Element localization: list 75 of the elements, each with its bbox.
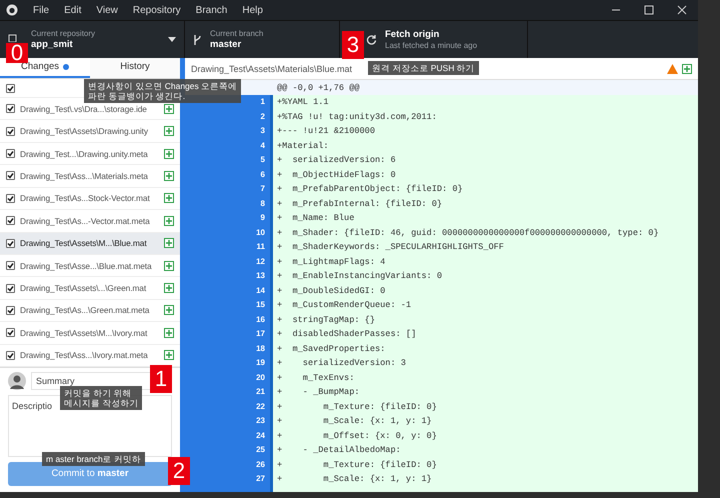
- line-number: 16: [256, 314, 265, 326]
- line-number: 20: [256, 372, 265, 384]
- file-path: Drawing_Test\Assets\M...\Blue.mat: [20, 238, 148, 248]
- file-path: Drawing_Test\Assets\Drawing.unity: [20, 126, 149, 136]
- line-number: 8: [260, 198, 265, 210]
- code-line: + m_Scale: {x: 1, y: 1}: [277, 415, 432, 428]
- line-number: 26: [256, 458, 265, 470]
- line-number: 6: [260, 168, 265, 180]
- code-line: +%YAML 1.1: [277, 96, 329, 109]
- annotation-tooltip: 커밋을 하기 위해 메시지를 작성하기: [60, 386, 142, 410]
- file-path: Drawing_Test\Ass...\Ivory.mat.meta: [20, 350, 149, 360]
- code-line: + m_PrefabParentObject: {fileID: 0}: [277, 183, 463, 196]
- file-path: Drawing_Test...\Drawing.unity.meta: [20, 148, 149, 159]
- line-number: 18: [256, 342, 265, 354]
- line-number: 3: [260, 125, 265, 137]
- code-line: + m_Shader: {fileID: 46, guid: 0000000000000000f000000000000000, type: 0}: [277, 226, 659, 240]
- code-line: + m_DoubleSidedGI: 0: [277, 284, 386, 298]
- code-line: + serializedVersion: 3: [277, 357, 406, 370]
- step-marker: 3: [342, 31, 364, 59]
- code-line: + m_LightmapFlags: 4: [277, 256, 386, 268]
- line-number: 19: [256, 357, 265, 369]
- line-number: 12: [256, 256, 265, 268]
- step-marker: 2: [168, 457, 190, 485]
- annotation-tooltip: 원격 저장소로 PUSH 하기: [368, 61, 479, 76]
- code-line: + m_TexEnvs:: [277, 372, 354, 384]
- line-number: 9: [260, 212, 265, 224]
- code-line: +--- !u!21 &2100000: [277, 125, 375, 138]
- code-line: + m_Texture: {fileID: 0}: [277, 458, 437, 472]
- line-number: 11: [256, 241, 265, 253]
- annotation-tooltip: 변경사항이 있으면 Changes 오른쪽에 파란 동글뱅이가 생긴다.: [84, 79, 242, 104]
- file-path: Drawing_Test\Assets\M...\Ivory.mat: [20, 328, 148, 338]
- code-line: + disabledShaderPasses: []: [277, 328, 416, 341]
- code-line: + - _BumpMap:: [277, 386, 360, 399]
- line-number: 17: [256, 328, 265, 340]
- file-path: Drawing_Test\.vs\Dra...\storage.ide: [20, 104, 148, 114]
- line-number: 15: [256, 299, 265, 311]
- line-number: 25: [256, 444, 265, 456]
- code-line: + serializedVersion: 6: [277, 154, 396, 167]
- file-path: Drawing_Test\As...\Green.mat.meta: [20, 305, 150, 316]
- code-line: + - _DetailAlbedoMap:: [277, 444, 401, 457]
- code-line: + m_PrefabInternal: {fileID: 0}: [277, 198, 442, 210]
- line-number: 4: [260, 140, 265, 152]
- line-number: 22: [256, 400, 265, 412]
- code-line: + m_Texture: {fileID: 0}: [277, 400, 437, 414]
- step-marker: 0: [6, 43, 28, 63]
- line-number: 14: [256, 284, 265, 296]
- code-line: +Material:: [277, 140, 329, 152]
- line-number: 10: [256, 226, 265, 238]
- line-number: 23: [256, 415, 265, 427]
- code-line: + m_Offset: {x: 0, y: 0}: [277, 430, 437, 442]
- file-path: Drawing_Test\As...-Vector.mat.meta: [20, 216, 151, 226]
- file-path: Drawing_Test\Assets\...\Green.mat: [20, 283, 148, 294]
- file-path: Drawing_Test\Ass...\Materials.meta: [20, 170, 149, 181]
- line-number: 21: [256, 386, 265, 398]
- code-line: + m_ObjectHideFlags: 0: [277, 168, 396, 182]
- step-marker: 1: [150, 365, 172, 393]
- line-number: 1: [260, 96, 265, 108]
- file-path: Drawing_Test\Asse...\Blue.mat.meta: [20, 260, 153, 271]
- line-number: 2: [260, 110, 265, 122]
- line-number: 13: [256, 270, 265, 282]
- file-path: Drawing_Test\Assets\Materials\Blue.mat: [191, 64, 352, 74]
- line-number: 24: [256, 430, 265, 442]
- code-line: + stringTagMap: {}: [277, 314, 375, 326]
- line-number: 5: [260, 154, 265, 166]
- line-number: 7: [260, 183, 265, 195]
- line-number: 27: [256, 473, 265, 485]
- annotation-tooltip: m aster branch로 커밋하: [42, 452, 146, 466]
- code-line: + m_Scale: {x: 1, y: 1}: [277, 473, 432, 486]
- file-path: Drawing_Test\As...Stock-Vector.mat: [20, 193, 151, 204]
- code-line: + m_SavedProperties:: [277, 342, 386, 356]
- code-line: + m_CustomRenderQueue: -1: [277, 299, 412, 312]
- code-line: +%TAG !u! tag:unity3d.com,2011:: [277, 110, 437, 124]
- code-line: + m_Name: Blue: [277, 212, 354, 225]
- code-line: + m_ShaderKeywords: _SPECULARHIGHLIGHTS_OFF: [277, 241, 504, 254]
- code-line: + m_EnableInstancingVariants: 0: [277, 270, 442, 283]
